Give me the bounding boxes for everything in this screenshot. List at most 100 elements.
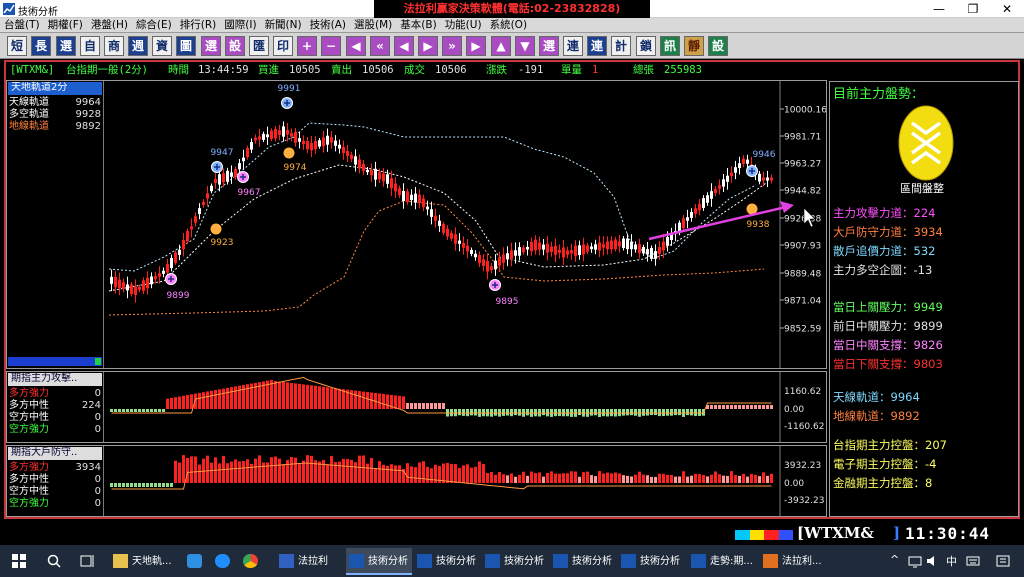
page-forward-button[interactable]: »	[442, 36, 462, 56]
main-chart-panel[interactable]: 天地軌道2分 天線軌道 9964 多空軌道 9928 地線軌道 9892 10000.…	[6, 80, 827, 369]
calc-button[interactable]: 計	[611, 36, 631, 56]
defense-indicator-chart[interactable]: 3932.23 0.00 -3932.23	[104, 446, 826, 516]
volume-icon[interactable]	[926, 554, 940, 568]
menu-ranking[interactable]: 排行(R)	[176, 18, 221, 33]
minimize-button[interactable]: —	[922, 0, 956, 18]
data-button[interactable]: 資	[152, 36, 172, 56]
time-label: 時間	[168, 64, 189, 76]
network-icon[interactable]	[908, 554, 922, 568]
retail-chase-text: 散戶追價力道：532	[833, 244, 936, 258]
pick-button[interactable]: 選	[201, 36, 221, 56]
taskbar-tech-analysis-3[interactable]: 技術分析	[482, 548, 548, 575]
static-button[interactable]: 靜	[684, 36, 704, 56]
custom-button[interactable]: 自	[80, 36, 100, 56]
import-button[interactable]: 匯	[249, 36, 269, 56]
ind1-title[interactable]: 期指主力攻擊..	[8, 373, 102, 386]
indicator-bar	[502, 409, 505, 416]
signal-marker-label: 9947	[211, 148, 234, 158]
volume-value: 1	[592, 64, 599, 76]
indicator-bar	[518, 474, 521, 483]
step-back-button[interactable]: ◀	[394, 36, 414, 56]
taskbar-tech-analysis-1[interactable]: 技術分析	[346, 548, 412, 575]
down-button[interactable]: ▼	[515, 36, 535, 56]
up-button[interactable]: ▲	[491, 36, 511, 56]
commodity-button[interactable]: 商	[104, 36, 124, 56]
attack-indicator-panel[interactable]: 期指主力攻擊.. 多方強力 0 多方中性 224 空方中性 0 空方強力 0 1160.…	[6, 371, 827, 443]
menu-screener[interactable]: 選股(M)	[350, 18, 396, 33]
candlestick	[222, 173, 225, 183]
settings-button[interactable]: 設	[225, 36, 245, 56]
search-icon[interactable]	[47, 554, 61, 568]
indicator-bar	[238, 385, 241, 409]
keyboard-icon[interactable]	[966, 554, 980, 568]
taskbar-ferrari-2[interactable]: 法拉利...	[760, 548, 830, 575]
zoom-out-button[interactable]: −	[321, 36, 341, 56]
menu-technical[interactable]: 技術(A)	[306, 18, 350, 33]
windows-start-icon[interactable]	[12, 554, 26, 568]
indicator-bar	[710, 405, 713, 409]
config-button[interactable]: 設	[708, 36, 728, 56]
message-button[interactable]: 訊	[660, 36, 680, 56]
candlestick-chart[interactable]: 10000.16 9981.71 9963.27 9944.82 9926.38 9907…	[104, 81, 826, 368]
select-button[interactable]: 選	[56, 36, 76, 56]
menu-composite[interactable]: 綜合(E)	[132, 18, 176, 33]
indicator-bar	[146, 409, 149, 412]
taskbar-tech-analysis-4[interactable]: 技術分析	[550, 548, 616, 575]
main-panel-title[interactable]: 天地軌道2分	[8, 82, 102, 95]
candlestick	[458, 240, 461, 244]
menu-hk[interactable]: 港盤(H)	[87, 18, 132, 33]
ime-indicator[interactable]: 中	[946, 553, 957, 569]
menu-system[interactable]: 系統(O)	[486, 18, 531, 33]
menu-functions[interactable]: 功能(U)	[441, 18, 486, 33]
step-forward-button[interactable]: ▶	[418, 36, 438, 56]
taskbar-tech-analysis-2[interactable]: 技術分析	[414, 548, 480, 575]
indicator-bar	[718, 405, 721, 409]
zoom-in-button[interactable]: +	[297, 36, 317, 56]
candlestick	[354, 156, 357, 165]
long-term-button[interactable]: 長	[31, 36, 51, 56]
attack-indicator-chart[interactable]: 1160.62 0.00 -1160.62	[104, 372, 826, 442]
taskbar-folder[interactable]: 天地軌...	[110, 548, 182, 575]
mid-support-text: 當日中關支撐：9826	[833, 338, 943, 352]
notification-icon[interactable]	[996, 554, 1010, 568]
close-button[interactable]: ✕	[990, 0, 1024, 18]
page-back-button[interactable]: «	[370, 36, 390, 56]
choose-button[interactable]: 選	[539, 36, 559, 56]
defense-indicator-panel[interactable]: 期指大戶防守.. 多方強力 3934 多方中性 0 空方中性 0 空方強力 0 3932…	[6, 445, 827, 517]
link-button[interactable]: 連	[563, 36, 583, 56]
taskbar-tech-analysis-5[interactable]: 技術分析	[618, 548, 684, 575]
task-view-icon[interactable]	[80, 554, 96, 568]
indicator-bar	[506, 475, 509, 483]
taskbar-ie[interactable]	[212, 548, 238, 575]
indicator-bar	[570, 471, 573, 483]
indicator-bar	[658, 473, 661, 483]
short-term-button[interactable]: 短	[7, 36, 27, 56]
weekly-button[interactable]: 週	[128, 36, 148, 56]
scroll-end-button[interactable]: ▶	[466, 36, 486, 56]
indicator-bar	[770, 473, 773, 483]
taskbar-app-2[interactable]	[184, 548, 210, 575]
indicator-bar	[734, 405, 737, 409]
menu-fundamental[interactable]: 基本(B)	[396, 18, 440, 33]
taskbar-chrome[interactable]	[240, 548, 266, 575]
menu-options[interactable]: 期權(F)	[44, 18, 87, 33]
indicator-bar	[362, 455, 365, 483]
ind2-title[interactable]: 期指大戶防守..	[8, 447, 102, 460]
indicator-bar	[126, 409, 129, 412]
maximize-button[interactable]: ❐	[956, 0, 990, 18]
link2-button[interactable]: 連	[587, 36, 607, 56]
tray-overflow-icon[interactable]: ^	[890, 553, 899, 566]
menu-taipan[interactable]: 台盤(T)	[0, 18, 44, 33]
menu-international[interactable]: 國際(I)	[220, 18, 260, 33]
scroll-start-button[interactable]: ◀	[346, 36, 366, 56]
taskbar-ferrari[interactable]: 法拉利	[276, 548, 340, 575]
lock-button[interactable]: 鎖	[636, 36, 656, 56]
print-button[interactable]: 印	[273, 36, 293, 56]
candlestick	[606, 241, 609, 250]
candlestick	[226, 170, 229, 182]
chart-button[interactable]: 圖	[176, 36, 196, 56]
scroll-bar[interactable]	[8, 357, 102, 366]
indicator-bar	[374, 468, 377, 483]
taskbar-trend[interactable]: 走勢:期...	[688, 548, 758, 575]
menu-news[interactable]: 新聞(N)	[261, 18, 306, 33]
